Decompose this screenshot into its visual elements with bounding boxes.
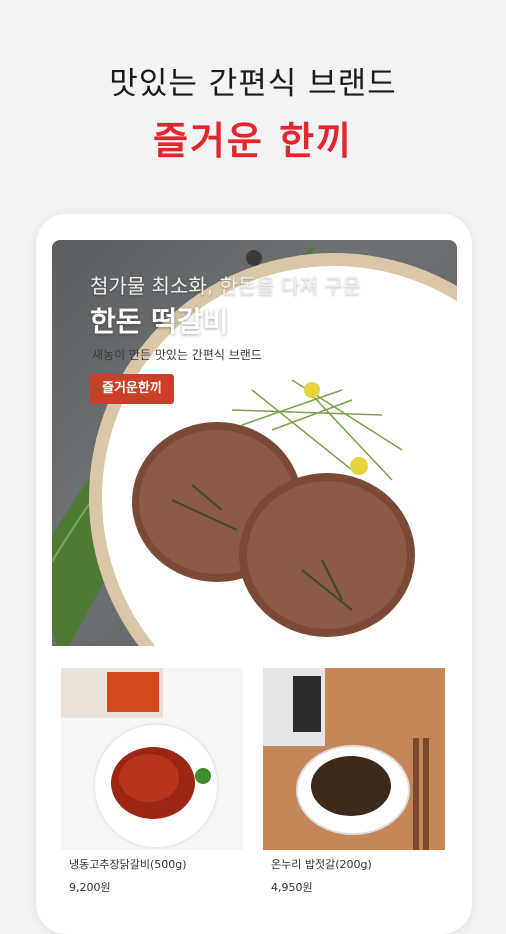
- camera-dot: [246, 250, 262, 266]
- product-name: 냉동고추장닭갈비(500g): [69, 858, 187, 871]
- product-name: 온누리 밥젓갈(200g): [271, 858, 372, 871]
- product-price: 4,950원: [271, 881, 313, 894]
- product-image: [61, 668, 243, 850]
- promo-banner[interactable]: 첨가물 최소화, 한돈을 다져 구운 한돈 떡갈비 새농이 만든 맛있는 간편식…: [52, 240, 457, 646]
- product-card[interactable]: 온누리 밥젓갈(200g) 4,950원: [263, 668, 445, 900]
- product-card[interactable]: 냉동고추장닭갈비(500g) 9,200원: [61, 668, 243, 900]
- banner-description: 새농이 만든 맛있는 간편식 브랜드: [92, 348, 262, 362]
- product-price: 9,200원: [69, 881, 111, 894]
- banner-title: 한돈 떡갈비: [90, 305, 229, 338]
- banner-brand-button[interactable]: 즐거운한끼: [90, 374, 174, 404]
- hero-tagline: 맛있는 간편식 브랜드: [109, 66, 397, 102]
- banner-subtitle: 첨가물 최소화, 한돈을 다져 구운: [90, 274, 361, 298]
- product-image: [263, 668, 445, 850]
- hero-brand-title: 즐거운 한끼: [152, 119, 354, 163]
